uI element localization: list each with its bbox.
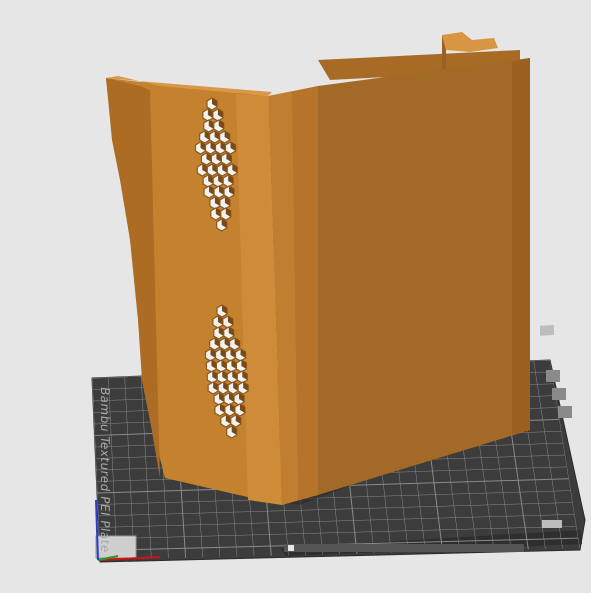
model-part[interactable] xyxy=(106,32,530,505)
model-right-panel xyxy=(318,58,530,495)
plate-icon-5 xyxy=(542,520,562,528)
plate-icon-4 xyxy=(558,406,572,418)
plate-bottom-icon xyxy=(288,545,294,551)
plate-icon-1 xyxy=(540,324,554,336)
plate-bottom-strip xyxy=(284,544,524,552)
plate-label: Bambu Textured PEI Plate xyxy=(98,386,112,554)
3d-viewport[interactable] xyxy=(0,0,591,593)
model-right-panel-edge xyxy=(512,58,530,434)
plate-icon-3 xyxy=(552,388,566,400)
plate-icon-2 xyxy=(546,370,560,382)
model-back-tab xyxy=(442,32,498,52)
